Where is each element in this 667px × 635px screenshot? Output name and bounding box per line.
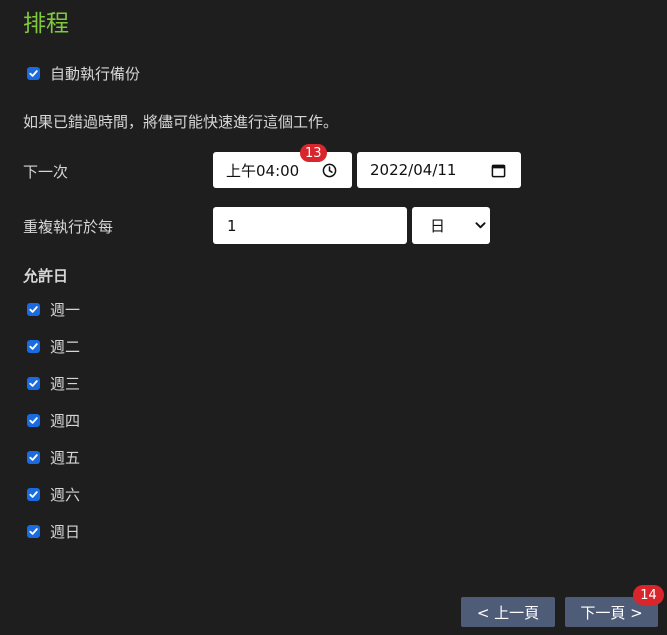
previous-page-button[interactable]: < 上一頁: [461, 597, 555, 627]
next-button-badge: 14: [633, 585, 664, 605]
clock-icon[interactable]: [322, 163, 337, 178]
next-run-time-input[interactable]: 上午04:00: [213, 152, 352, 188]
checkmark-icon: [29, 454, 38, 461]
calendar-icon[interactable]: [491, 163, 506, 178]
day-option-saturday[interactable]: 週六: [23, 484, 80, 505]
auto-backup-option[interactable]: 自動執行備份: [23, 63, 140, 84]
day-label: 週一: [50, 301, 81, 319]
repeat-count-input[interactable]: 1: [213, 207, 407, 244]
day-checkbox[interactable]: [27, 340, 40, 353]
day-checkbox[interactable]: [27, 451, 40, 464]
day-label: 週二: [50, 338, 81, 356]
next-run-time-value: 上午04:00: [226, 161, 300, 180]
day-checkbox[interactable]: [27, 488, 40, 501]
next-run-date-value: 2022/04/11: [370, 161, 457, 179]
checkmark-icon: [29, 343, 38, 350]
auto-backup-label: 自動執行備份: [50, 65, 141, 83]
checkmark-icon: [29, 380, 38, 387]
day-checkbox[interactable]: [27, 525, 40, 538]
repeat-count-value: 1: [227, 216, 237, 235]
day-label: 週五: [50, 449, 81, 467]
allowed-days-heading: 允許日: [23, 267, 69, 285]
page-title: 排程: [23, 11, 69, 37]
time-field-badge: 13: [300, 144, 327, 162]
day-option-sunday[interactable]: 週日: [23, 521, 80, 542]
day-checkbox[interactable]: [27, 303, 40, 316]
day-option-wednesday[interactable]: 週三: [23, 373, 80, 394]
missed-run-note: 如果已錯過時間，將儘可能快速進行這個工作。: [23, 113, 339, 131]
repeat-unit-select[interactable]: 日: [412, 207, 490, 244]
auto-backup-checkbox[interactable]: [27, 67, 40, 80]
day-label: 週日: [50, 523, 81, 541]
next-run-date-input[interactable]: 2022/04/11: [357, 152, 521, 188]
day-checkbox[interactable]: [27, 414, 40, 427]
day-option-thursday[interactable]: 週四: [23, 410, 80, 431]
checkmark-icon: [29, 306, 38, 313]
checkmark-icon: [29, 417, 38, 424]
checkmark-icon: [29, 491, 38, 498]
checkmark-icon: [29, 70, 38, 77]
day-label: 週三: [50, 375, 81, 393]
day-label: 週四: [50, 412, 81, 430]
day-option-tuesday[interactable]: 週二: [23, 336, 80, 357]
repeat-label: 重複執行於每: [23, 218, 114, 236]
next-run-label: 下一次: [23, 163, 69, 181]
repeat-unit-value: 日: [430, 217, 446, 235]
day-option-friday[interactable]: 週五: [23, 447, 80, 468]
day-label: 週六: [50, 486, 81, 504]
day-checkbox[interactable]: [27, 377, 40, 390]
chevron-down-icon: [475, 222, 486, 229]
checkmark-icon: [29, 528, 38, 535]
day-option-monday[interactable]: 週一: [23, 299, 80, 320]
